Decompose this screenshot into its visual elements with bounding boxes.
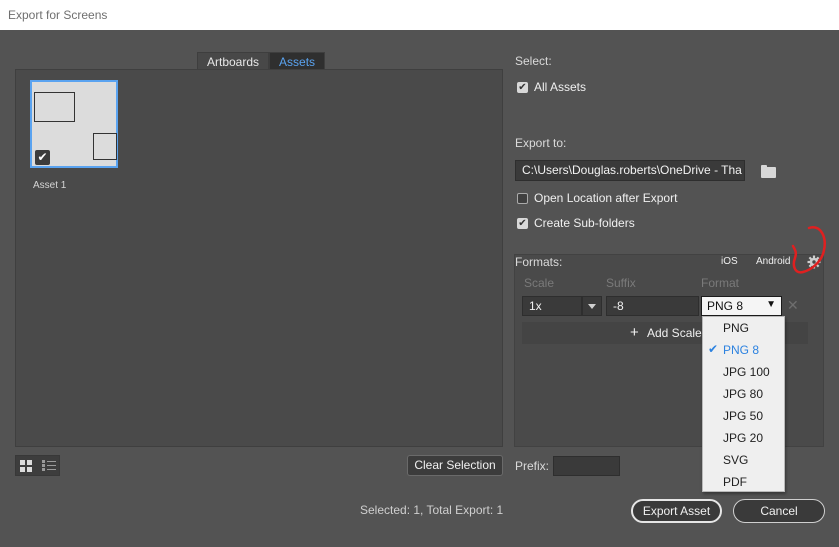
clear-selection-button[interactable]: Clear Selection — [407, 455, 503, 476]
asset-checkbox[interactable]: ✔ — [35, 150, 50, 165]
scale-dropdown-button[interactable] — [582, 296, 602, 316]
title-bar: Export for Screens — [0, 0, 839, 30]
ios-preset-link[interactable]: iOS — [721, 256, 738, 267]
format-select-value: PNG 8 — [707, 299, 744, 313]
formats-label: Formats: — [515, 255, 563, 269]
export-asset-button[interactable]: Export Asset — [631, 499, 722, 523]
remove-scale-icon[interactable]: ✕ — [787, 297, 799, 314]
checkmark-icon: ✔ — [708, 342, 719, 356]
window-title: Export for Screens — [8, 8, 108, 22]
format-option-jpg20[interactable]: JPG 20 — [703, 427, 784, 449]
suffix-input[interactable]: -8 — [606, 296, 699, 316]
cancel-button[interactable]: Cancel — [733, 499, 825, 523]
android-preset-link[interactable]: Android — [756, 256, 790, 267]
view-tabs: Artboards Assets — [197, 52, 326, 71]
view-toggle — [15, 455, 60, 476]
export-path-input[interactable]: C:\Users\Douglas.roberts\OneDrive - Tha — [515, 160, 745, 181]
list-view-icon[interactable] — [42, 460, 56, 472]
format-option-svg[interactable]: SVG — [703, 449, 784, 471]
annotation-circle-mark — [791, 226, 826, 274]
format-dropdown-menu: PNG ✔ PNG 8 JPG 100 JPG 80 JPG 50 JPG 20 … — [702, 316, 785, 492]
open-location-label: Open Location after Export — [534, 191, 678, 205]
format-option-jpg80[interactable]: JPG 80 — [703, 383, 784, 405]
suffix-column-header: Suffix — [606, 276, 636, 290]
format-option-png8[interactable]: ✔ PNG 8 — [703, 339, 784, 361]
all-assets-checkbox[interactable]: ✔ — [517, 82, 528, 93]
prefix-label: Prefix: — [515, 459, 550, 473]
plus-icon: + — [630, 324, 639, 341]
format-option-jpg50[interactable]: JPG 50 — [703, 405, 784, 427]
format-column-header: Format — [701, 276, 740, 290]
format-option-pdf[interactable]: PDF — [703, 471, 784, 493]
scale-input[interactable]: 1x — [522, 296, 582, 316]
create-subfolders-checkbox[interactable]: ✔ — [517, 218, 528, 229]
asset-label: Asset 1 — [33, 180, 67, 191]
select-label: Select: — [515, 54, 552, 68]
export-to-label: Export to: — [515, 136, 567, 150]
asset-thumbnail[interactable]: ✔ — [30, 80, 118, 168]
folder-icon[interactable] — [761, 165, 776, 178]
all-assets-label: All Assets — [534, 80, 587, 94]
asset-shape — [34, 92, 75, 122]
create-subfolders-label: Create Sub-folders — [534, 216, 635, 230]
format-select[interactable]: PNG 8 ▼ — [701, 296, 782, 316]
format-option-jpg100[interactable]: JPG 100 — [703, 361, 784, 383]
grid-view-icon[interactable] — [20, 460, 32, 472]
add-scale-label: Add Scale — [647, 326, 702, 340]
prefix-input[interactable] — [553, 456, 620, 476]
open-location-checkbox[interactable] — [517, 193, 528, 204]
chevron-down-icon: ▼ — [766, 299, 776, 310]
status-text: Selected: 1, Total Export: 1 — [360, 503, 504, 517]
asset-shape — [93, 133, 117, 160]
format-option-png[interactable]: PNG — [703, 317, 784, 339]
scale-column-header: Scale — [524, 276, 555, 290]
